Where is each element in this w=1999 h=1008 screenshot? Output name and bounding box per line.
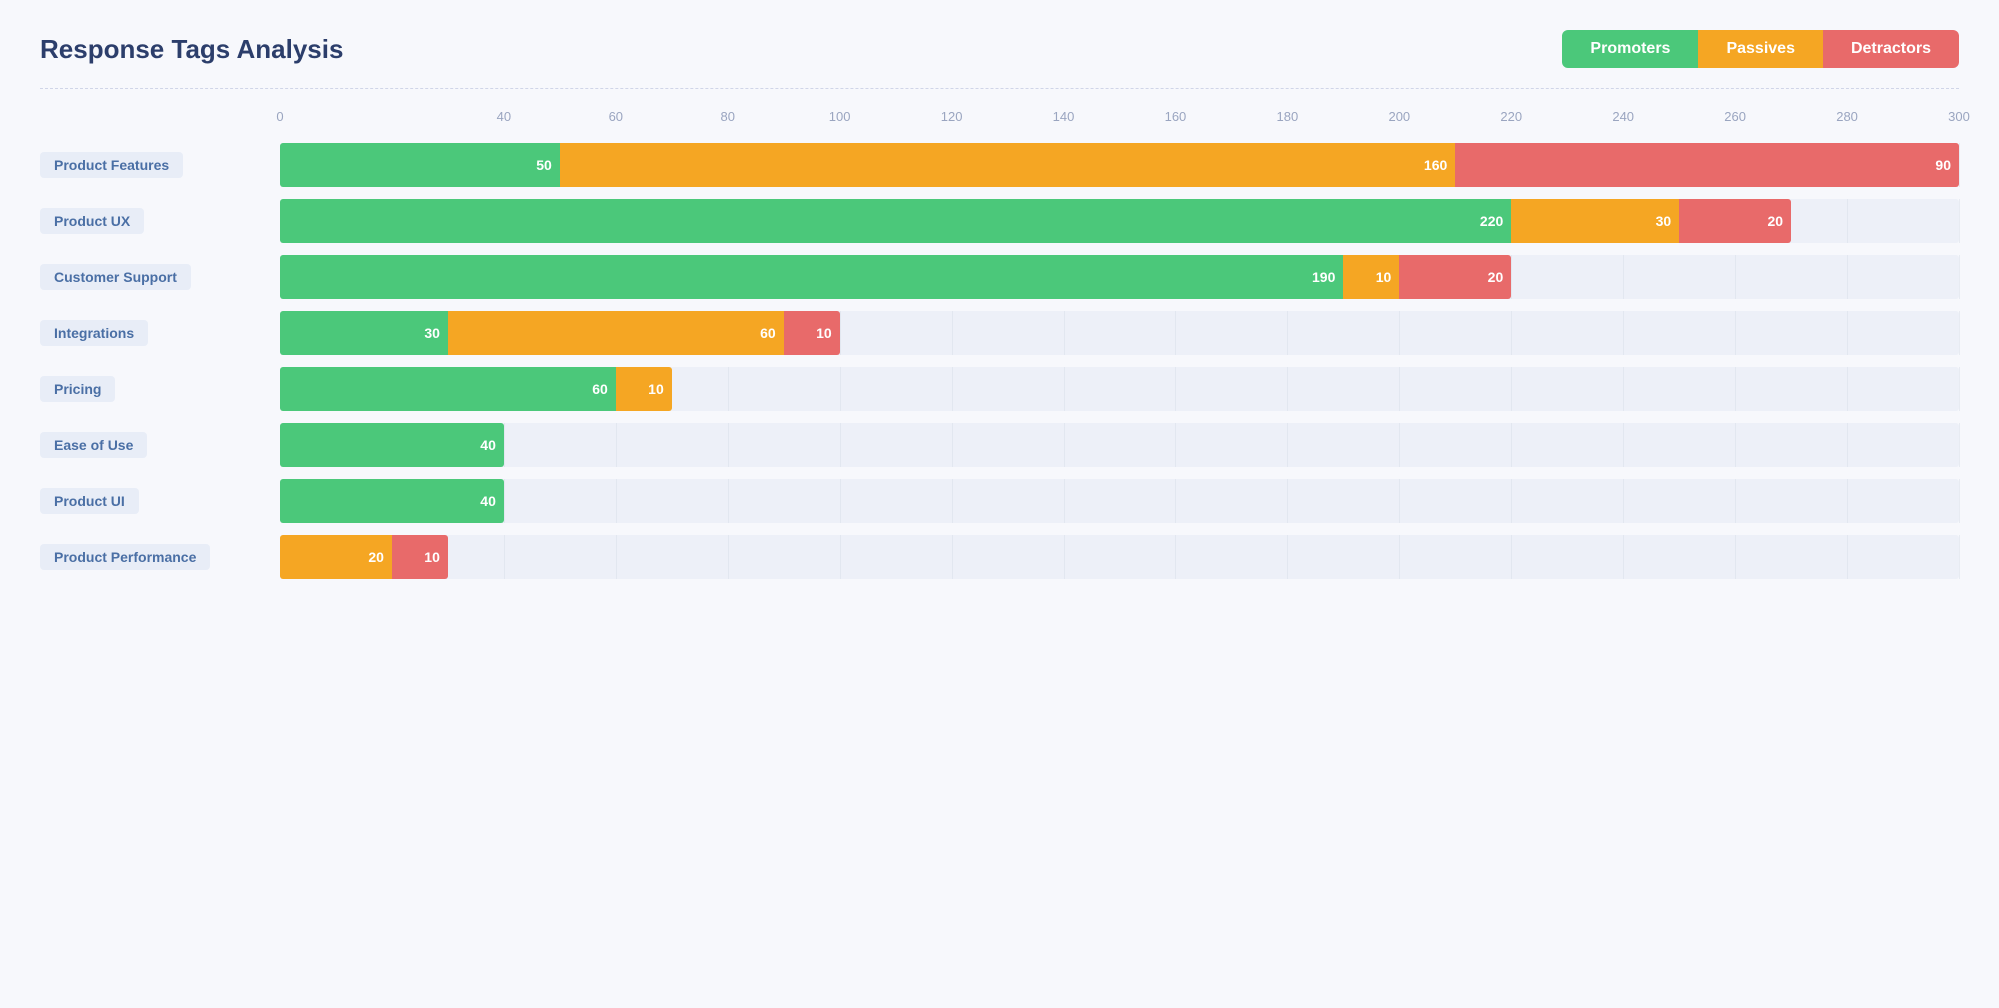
page-title: Response Tags Analysis (40, 34, 343, 65)
bar-container: 2203020 (280, 199, 1959, 243)
bar-segment-orange: 30 (1511, 199, 1679, 243)
legend: Promoters Passives Detractors (1562, 30, 1959, 68)
divider (40, 88, 1959, 89)
row-label-area: Product UX (40, 208, 260, 234)
bar-segment-red: 10 (784, 311, 840, 355)
row-label: Customer Support (40, 264, 191, 290)
row-label: Product Performance (40, 544, 210, 570)
bar-segment-orange: 20 (280, 535, 392, 579)
axis-tick-80: 80 (720, 109, 734, 124)
chart-row: Product UX2203020 (280, 199, 1959, 243)
chart-row: Product Performance2010 (280, 535, 1959, 579)
bars: 1901020 (280, 255, 1959, 299)
row-label: Product UI (40, 488, 139, 514)
bar-segment-green: 190 (280, 255, 1343, 299)
axis-tick-60: 60 (609, 109, 623, 124)
chart-area: 0406080100120140160180200220240260280300… (40, 109, 1959, 579)
chart-row: Ease of Use40 (280, 423, 1959, 467)
chart-row: Integrations306010 (280, 311, 1959, 355)
bar-container: 40 (280, 479, 1959, 523)
row-label: Pricing (40, 376, 115, 402)
page-header: Response Tags Analysis Promoters Passive… (40, 30, 1959, 68)
axis-tick-160: 160 (1165, 109, 1187, 124)
axis-tick-200: 200 (1388, 109, 1410, 124)
axis-tick-180: 180 (1277, 109, 1299, 124)
axis-tick-120: 120 (941, 109, 963, 124)
bars: 5016090 (280, 143, 1959, 187)
bar-container: 6010 (280, 367, 1959, 411)
bar-segment-green: 60 (280, 367, 616, 411)
legend-detractors: Detractors (1823, 30, 1959, 68)
row-label-area: Ease of Use (40, 432, 260, 458)
row-label: Integrations (40, 320, 148, 346)
row-label: Product UX (40, 208, 144, 234)
axis-tick-100: 100 (829, 109, 851, 124)
bars: 306010 (280, 311, 1959, 355)
legend-promoters: Promoters (1562, 30, 1698, 68)
chart-row: Product UI40 (280, 479, 1959, 523)
bar-segment-red: 90 (1455, 143, 1959, 187)
bar-container: 5016090 (280, 143, 1959, 187)
bar-segment-red: 20 (1679, 199, 1791, 243)
legend-passives: Passives (1698, 30, 1823, 68)
row-label-area: Integrations (40, 320, 260, 346)
bar-container: 40 (280, 423, 1959, 467)
axis-tick-40: 40 (497, 109, 511, 124)
row-label-area: Pricing (40, 376, 260, 402)
bar-container: 1901020 (280, 255, 1959, 299)
row-label: Product Features (40, 152, 183, 178)
bar-container: 2010 (280, 535, 1959, 579)
row-label: Ease of Use (40, 432, 147, 458)
chart-row: Product Features5016090 (280, 143, 1959, 187)
bar-segment-orange: 60 (448, 311, 784, 355)
axis-tick-280: 280 (1836, 109, 1858, 124)
bar-segment-green: 40 (280, 479, 504, 523)
chart-row: Pricing6010 (280, 367, 1959, 411)
axis-tick-240: 240 (1612, 109, 1634, 124)
bar-segment-orange: 160 (560, 143, 1455, 187)
axis-tick-0: 0 (276, 109, 283, 124)
bar-segment-red: 20 (1399, 255, 1511, 299)
bars: 40 (280, 423, 1959, 467)
axis-tick-300: 300 (1948, 109, 1970, 124)
row-label-area: Customer Support (40, 264, 260, 290)
bar-segment-green: 50 (280, 143, 560, 187)
bars: 40 (280, 479, 1959, 523)
bar-segment-orange: 10 (1343, 255, 1399, 299)
bar-segment-orange: 10 (616, 367, 672, 411)
row-label-area: Product UI (40, 488, 260, 514)
bars: 2203020 (280, 199, 1959, 243)
bar-segment-red: 10 (392, 535, 448, 579)
bar-segment-green: 220 (280, 199, 1511, 243)
axis-labels: 0406080100120140160180200220240260280300 (280, 109, 1959, 137)
chart-row: Customer Support1901020 (280, 255, 1959, 299)
axis-tick-220: 220 (1500, 109, 1522, 124)
bar-container: 306010 (280, 311, 1959, 355)
axis-tick-260: 260 (1724, 109, 1746, 124)
bar-segment-green: 30 (280, 311, 448, 355)
row-label-area: Product Features (40, 152, 260, 178)
axis-tick-140: 140 (1053, 109, 1075, 124)
chart-rows: Product Features5016090 Product UX2203020… (280, 143, 1959, 579)
bars: 6010 (280, 367, 1959, 411)
bar-segment-green: 40 (280, 423, 504, 467)
bars: 2010 (280, 535, 1959, 579)
row-label-area: Product Performance (40, 544, 260, 570)
